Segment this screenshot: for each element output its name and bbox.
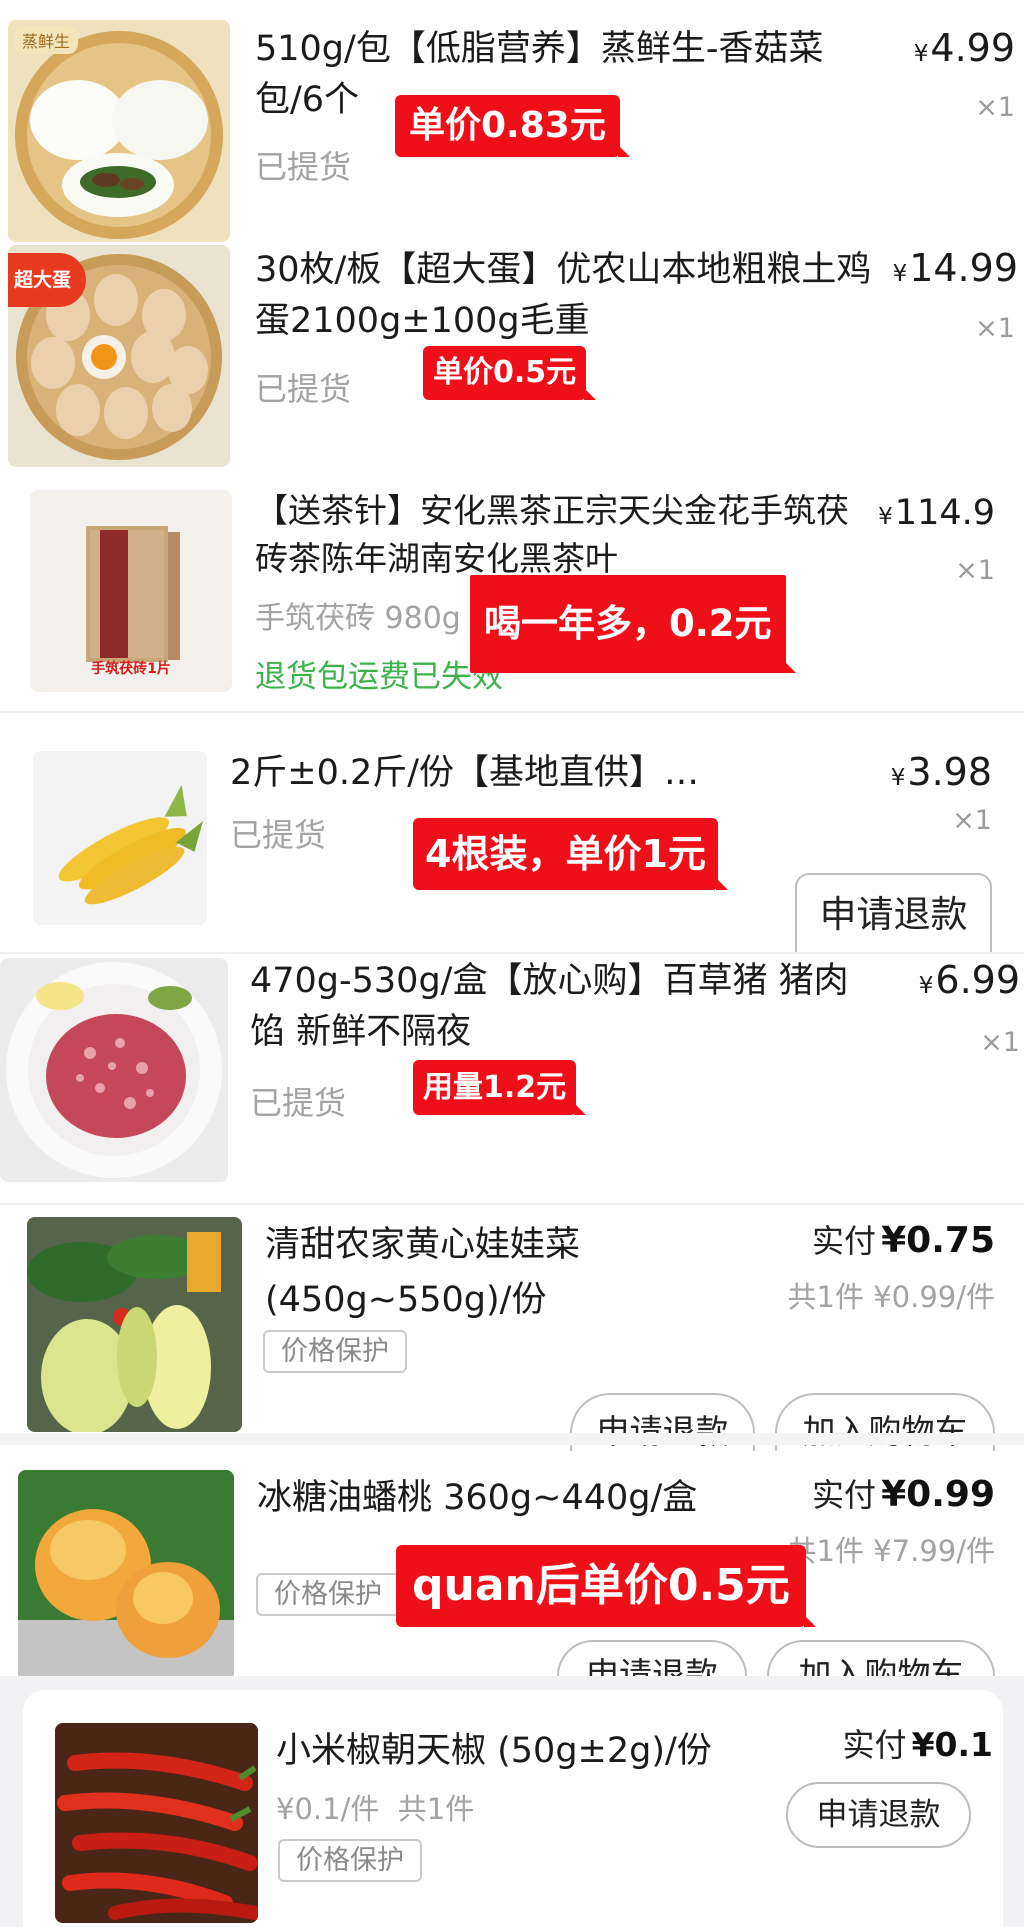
quantity: ×1: [952, 805, 992, 836]
paid-value: ¥0.75: [881, 1220, 995, 1261]
section-divider: [0, 1203, 1024, 1205]
chili-pepper-image[interactable]: [55, 1723, 258, 1923]
quantity: ×1: [955, 555, 995, 586]
product-title[interactable]: 30枚/板【超大蛋】优农山本地粗粮土鸡蛋2100g±100g毛重: [255, 245, 875, 347]
refund-button[interactable]: 申请退款: [795, 873, 992, 953]
order-status: 已提货: [255, 370, 352, 408]
currency-symbol: ¥: [892, 261, 908, 287]
product-price: ¥4.99: [880, 26, 1015, 70]
refund-button[interactable]: 申请退款: [557, 1640, 747, 1676]
tea-brick-image[interactable]: 手筑茯砖1片: [30, 490, 232, 692]
quantity: ×1: [975, 92, 1015, 123]
promo-tag: quan后单价0.5元: [396, 1545, 816, 1627]
paid-value: ¥0.1: [911, 1725, 993, 1764]
price-value: 3.98: [907, 750, 992, 794]
paid-label: 实付: [842, 1726, 907, 1764]
refund-policy-note: 退货包运费已失效: [255, 659, 503, 695]
order-status: 已提货: [250, 1084, 347, 1122]
currency-symbol: ¥: [878, 504, 893, 530]
price-value: 14.99: [909, 246, 1018, 290]
paid-label: 实付: [812, 1476, 877, 1514]
paid-value: ¥0.99: [881, 1474, 995, 1515]
product-title[interactable]: 冰糖油蟠桃 360g~440g/盒: [257, 1473, 777, 1524]
promo-tag: 单价0.5元: [423, 346, 597, 400]
product-price: ¥6.99: [900, 958, 1020, 1002]
promo-tag: 喝一年多，0.2元: [470, 575, 796, 673]
quantity: ×1: [975, 313, 1015, 344]
currency-symbol: ¥: [890, 765, 906, 791]
product-price: ¥14.99: [860, 246, 1018, 290]
product-title[interactable]: 【送茶针】安化黑茶正宗天尖金花手筑茯砖茶陈年湖南安化黑茶叶: [255, 487, 875, 583]
unit-price: ¥0.1/件 共1件: [276, 1792, 475, 1826]
promo-tag: 用量1.2元: [413, 1060, 587, 1115]
unit-price: 共1件 ¥0.99/件: [787, 1280, 995, 1314]
order-status: 已提货: [255, 148, 352, 186]
section-gap: [0, 1433, 1024, 1445]
order-status: 已提货: [230, 816, 327, 854]
paid-amount: 实付 ¥0.75: [790, 1216, 995, 1262]
corn-image[interactable]: [33, 751, 207, 925]
product-title[interactable]: 470g-530g/盒【放心购】百草猪 猪肉馅 新鲜不隔夜: [250, 956, 880, 1058]
price-protection-badge: 价格保护: [278, 1839, 422, 1882]
section-divider: [0, 952, 1024, 954]
product-title[interactable]: 小米椒朝天椒 (50g±2g)/份: [276, 1726, 756, 1777]
promo-tag: 4根装，单价1元: [413, 818, 728, 890]
product-title[interactable]: 清甜农家黄心娃娃菜 (450g~550g)/份: [265, 1218, 765, 1328]
promo-tag: 单价0.83元: [395, 95, 630, 157]
currency-symbol: ¥: [913, 41, 929, 67]
image-caption: 手筑茯砖1片: [91, 661, 171, 677]
paid-label: 实付: [812, 1222, 877, 1260]
paid-amount: 实付 ¥0.1: [763, 1720, 993, 1766]
badge-big-egg: 超大蛋: [8, 253, 86, 307]
price-protection-badge: 价格保护: [263, 1330, 407, 1373]
minced-pork-image[interactable]: [0, 958, 228, 1182]
product-price: ¥3.98: [880, 750, 992, 794]
product-title[interactable]: 2斤±0.2斤/份【基地直供】…: [230, 748, 790, 799]
product-spec: 手筑茯砖 980g: [255, 601, 461, 636]
flat-peach-image[interactable]: [18, 1470, 234, 1680]
price-protection-badge: 价格保护: [256, 1573, 400, 1616]
product-price: ¥114.9: [860, 493, 995, 533]
price-value: 114.9: [894, 493, 995, 533]
price-value: 4.99: [930, 26, 1015, 70]
refund-button[interactable]: 申请退款: [786, 1782, 971, 1848]
section-divider: [0, 711, 1024, 713]
quantity: ×1: [980, 1027, 1020, 1058]
order-item-chili[interactable]: 小米椒朝天椒 (50g±2g)/份 ¥0.1/件 共1件 价格保护 实付 ¥0.…: [23, 1690, 1003, 1927]
paid-amount: 实付 ¥0.99: [785, 1470, 995, 1516]
price-value: 6.99: [935, 958, 1020, 1002]
brand-logo: 蒸鲜生: [14, 26, 79, 54]
add-to-cart-button[interactable]: 加入购物车: [767, 1640, 995, 1676]
currency-symbol: ¥: [918, 973, 934, 999]
baby-cabbage-image[interactable]: [27, 1217, 242, 1432]
